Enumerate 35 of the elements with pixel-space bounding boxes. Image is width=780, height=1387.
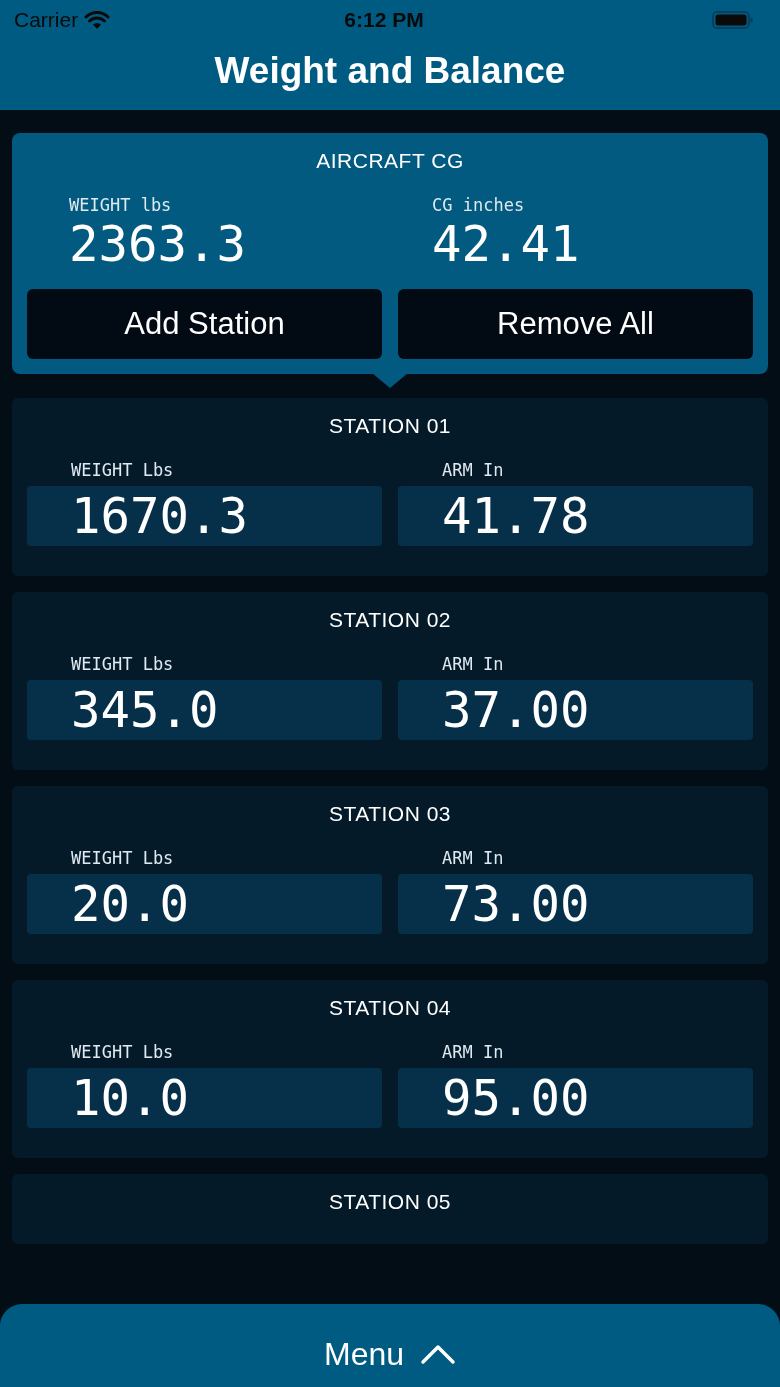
weight-label: WEIGHT Lbs — [70, 848, 175, 868]
arm-field[interactable]: 73.00 — [398, 874, 753, 934]
page-title: Weight and Balance — [213, 52, 567, 89]
action-button[interactable]: Add Station — [27, 289, 382, 359]
arm-field[interactable]: 95.00 — [398, 1068, 753, 1128]
station-title: STATION 03 — [327, 802, 453, 826]
chevron-up-icon — [420, 1343, 456, 1365]
station-title: STATION 04 — [327, 996, 453, 1020]
station-title: STATION 02 — [327, 608, 453, 632]
weight-label: WEIGHT Lbs — [70, 1042, 175, 1062]
station-title: STATION 05 — [327, 1190, 453, 1214]
menu-button[interactable]: Menu — [0, 1304, 780, 1387]
arm-field[interactable]: 37.00 — [398, 680, 753, 740]
carrier-label: Carrier — [14, 8, 79, 32]
card-title: AIRCRAFT CG — [315, 149, 465, 173]
arm-label: ARM In — [441, 654, 505, 674]
station-title: STATION 01 — [327, 414, 453, 438]
status-time: 6:12 PM — [344, 8, 424, 32]
arm-field[interactable]: 41.78 — [398, 486, 753, 546]
weight-field[interactable]: 20.0 — [27, 874, 382, 934]
weight-value: 2363.3 — [69, 217, 247, 273]
battery-icon — [712, 10, 754, 30]
weight-field[interactable]: 345.0 — [27, 680, 382, 740]
wifi-icon — [84, 10, 111, 30]
weight-label: WEIGHT Lbs — [70, 654, 175, 674]
cg-value: 42.41 — [432, 217, 581, 273]
arm-label: ARM In — [441, 460, 505, 480]
weight-label: WEIGHT lbs — [69, 195, 173, 215]
weight-field[interactable]: 10.0 — [27, 1068, 382, 1128]
arm-label: ARM In — [441, 848, 505, 868]
weight-field[interactable]: 1670.3 — [27, 486, 382, 546]
action-button[interactable]: Remove All — [398, 289, 753, 359]
arm-label: ARM In — [441, 1042, 505, 1062]
weight-label: WEIGHT Lbs — [70, 460, 175, 480]
cg-label: CG inches — [432, 195, 526, 215]
